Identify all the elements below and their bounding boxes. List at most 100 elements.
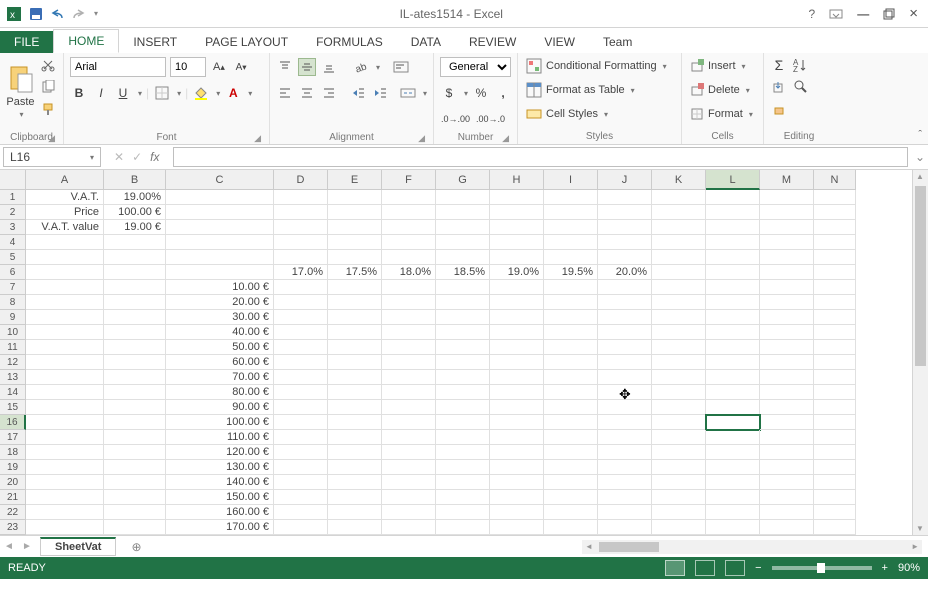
cell-K13[interactable] xyxy=(652,370,706,385)
scroll-right-icon[interactable]: ► xyxy=(908,542,922,551)
cell-G1[interactable] xyxy=(436,190,490,205)
cell-G7[interactable] xyxy=(436,280,490,295)
cell-N5[interactable] xyxy=(814,250,856,265)
tab-view[interactable]: VIEW xyxy=(530,31,589,53)
cell-M14[interactable] xyxy=(760,385,814,400)
cell-I19[interactable] xyxy=(544,460,598,475)
view-normal-icon[interactable] xyxy=(665,560,685,576)
cell-F7[interactable] xyxy=(382,280,436,295)
cell-M20[interactable] xyxy=(760,475,814,490)
cell-M18[interactable] xyxy=(760,445,814,460)
cell-D6[interactable]: 17.0% xyxy=(274,265,328,280)
column-header-M[interactable]: M xyxy=(760,170,814,190)
zoom-level[interactable]: 90% xyxy=(898,562,920,574)
cell-F1[interactable] xyxy=(382,190,436,205)
cell-J3[interactable] xyxy=(598,220,652,235)
cell-C7[interactable]: 10.00 € xyxy=(166,280,274,295)
cell-F19[interactable] xyxy=(382,460,436,475)
cell-N4[interactable] xyxy=(814,235,856,250)
cell-J12[interactable] xyxy=(598,355,652,370)
cell-F18[interactable] xyxy=(382,445,436,460)
cell-K6[interactable] xyxy=(652,265,706,280)
cell-H14[interactable] xyxy=(490,385,544,400)
qat-customize-icon[interactable]: ▾ xyxy=(94,9,98,18)
cell-J15[interactable] xyxy=(598,400,652,415)
close-icon[interactable]: × xyxy=(909,5,918,22)
column-header-E[interactable]: E xyxy=(328,170,382,190)
cell-A10[interactable] xyxy=(26,325,104,340)
restore-icon[interactable] xyxy=(883,8,895,20)
cell-B11[interactable] xyxy=(104,340,166,355)
cell-F4[interactable] xyxy=(382,235,436,250)
font-color-icon[interactable]: A xyxy=(224,84,242,102)
percent-format-icon[interactable]: % xyxy=(472,84,490,102)
cell-I14[interactable] xyxy=(544,385,598,400)
cell-G17[interactable] xyxy=(436,430,490,445)
cell-F3[interactable] xyxy=(382,220,436,235)
cell-B14[interactable] xyxy=(104,385,166,400)
cell-C14[interactable]: 80.00 € xyxy=(166,385,274,400)
row-header-23[interactable]: 23 xyxy=(0,520,26,535)
cell-J4[interactable] xyxy=(598,235,652,250)
format-cells-button[interactable]: Format▾ xyxy=(688,104,755,124)
cell-E5[interactable] xyxy=(328,250,382,265)
cell-B3[interactable]: 19.00 € xyxy=(104,220,166,235)
cell-J16[interactable] xyxy=(598,415,652,430)
cell-E17[interactable] xyxy=(328,430,382,445)
cell-L11[interactable] xyxy=(706,340,760,355)
vertical-scrollbar[interactable]: ▲ ▼ xyxy=(912,170,928,535)
cell-A18[interactable] xyxy=(26,445,104,460)
cell-H4[interactable] xyxy=(490,235,544,250)
cell-C19[interactable]: 130.00 € xyxy=(166,460,274,475)
cell-G14[interactable] xyxy=(436,385,490,400)
cell-L16[interactable] xyxy=(706,415,760,430)
cell-M15[interactable] xyxy=(760,400,814,415)
column-header-H[interactable]: H xyxy=(490,170,544,190)
cell-F8[interactable] xyxy=(382,295,436,310)
cell-L18[interactable] xyxy=(706,445,760,460)
cell-B1[interactable]: 19.00% xyxy=(104,190,166,205)
cell-C20[interactable]: 140.00 € xyxy=(166,475,274,490)
cell-G10[interactable] xyxy=(436,325,490,340)
cell-B2[interactable]: 100.00 € xyxy=(104,205,166,220)
row-header-8[interactable]: 8 xyxy=(0,295,26,310)
accounting-format-icon[interactable]: $ xyxy=(440,84,458,102)
cell-H18[interactable] xyxy=(490,445,544,460)
font-family-input[interactable] xyxy=(70,57,166,77)
cell-D16[interactable] xyxy=(274,415,328,430)
row-header-20[interactable]: 20 xyxy=(0,475,26,490)
cell-N21[interactable] xyxy=(814,490,856,505)
save-icon[interactable] xyxy=(28,6,44,22)
copy-icon[interactable] xyxy=(39,78,57,96)
scroll-thumb[interactable] xyxy=(915,186,926,366)
cell-I11[interactable] xyxy=(544,340,598,355)
cell-J7[interactable] xyxy=(598,280,652,295)
cell-C5[interactable] xyxy=(166,250,274,265)
cell-B7[interactable] xyxy=(104,280,166,295)
cell-M16[interactable] xyxy=(760,415,814,430)
cell-J14[interactable] xyxy=(598,385,652,400)
cell-N18[interactable] xyxy=(814,445,856,460)
row-header-2[interactable]: 2 xyxy=(0,205,26,220)
cell-B23[interactable] xyxy=(104,520,166,535)
cell-M8[interactable] xyxy=(760,295,814,310)
cell-K20[interactable] xyxy=(652,475,706,490)
spreadsheet-grid[interactable]: ABCDEFGHIJKLMN1V.A.T.19.00%2Price100.00 … xyxy=(0,170,928,535)
cell-E15[interactable] xyxy=(328,400,382,415)
sheet-nav-next-icon[interactable]: ► xyxy=(18,541,36,552)
cell-L4[interactable] xyxy=(706,235,760,250)
cell-J10[interactable] xyxy=(598,325,652,340)
cell-N20[interactable] xyxy=(814,475,856,490)
cell-B6[interactable] xyxy=(104,265,166,280)
cell-D19[interactable] xyxy=(274,460,328,475)
cell-M7[interactable] xyxy=(760,280,814,295)
cell-N6[interactable] xyxy=(814,265,856,280)
column-header-L[interactable]: L xyxy=(706,170,760,190)
cell-E2[interactable] xyxy=(328,205,382,220)
cell-N13[interactable] xyxy=(814,370,856,385)
cell-K14[interactable] xyxy=(652,385,706,400)
cell-J17[interactable] xyxy=(598,430,652,445)
cell-L9[interactable] xyxy=(706,310,760,325)
cell-F2[interactable] xyxy=(382,205,436,220)
cell-B15[interactable] xyxy=(104,400,166,415)
